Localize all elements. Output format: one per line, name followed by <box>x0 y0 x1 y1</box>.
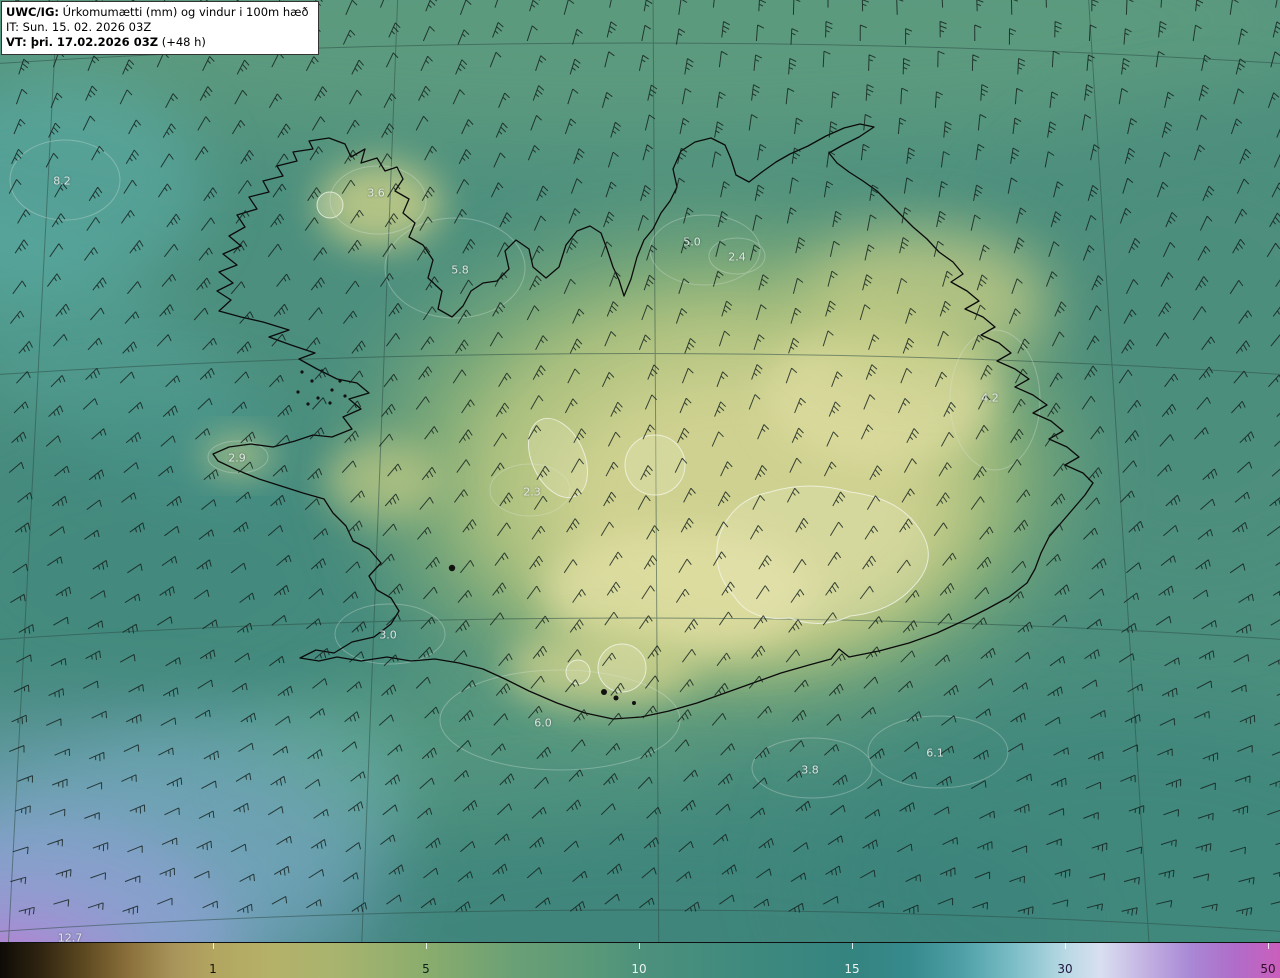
map-header: UWC/IG: Úrkomumætti (mm) og vindur i 100… <box>1 1 319 55</box>
colorbar-tick-label: 1 <box>209 962 217 976</box>
colorbar-tickmark <box>426 943 427 949</box>
colorbar-tickmark <box>213 943 214 949</box>
header-title-line: UWC/IG: Úrkomumætti (mm) og vindur i 100… <box>6 5 309 20</box>
colorbar-tickmark <box>1268 943 1269 949</box>
header-valid-line: VT: þri. 17.02.2026 03Z (+48 h) <box>6 35 309 50</box>
colorbar-ticks: 1 5 10 15 30 50 <box>0 943 1280 978</box>
colorbar-tickmark <box>852 943 853 949</box>
colorbar-tickmark <box>639 943 640 949</box>
colorbar-tick-label: 50 <box>1260 962 1276 976</box>
colorbar-tickmark <box>1065 943 1066 949</box>
lead-time: (+48 h) <box>158 34 206 49</box>
map-canvas <box>0 0 1280 978</box>
model-name: UWC/IG: <box>6 5 59 19</box>
colorbar-tick-label: 15 <box>844 962 860 976</box>
valid-time: VT: þri. 17.02.2026 03Z <box>6 34 159 49</box>
header-init-line: IT: Sun. 15. 02. 2026 03Z <box>6 20 309 35</box>
colorbar-tick-label: 30 <box>1057 962 1073 976</box>
colorbar: 1 5 10 15 30 50 <box>0 942 1280 978</box>
map-title: Úrkomumætti (mm) og vindur i 100m hæð <box>58 5 309 19</box>
colorbar-tick-label: 5 <box>422 962 430 976</box>
weather-map-stage: 8.2 3.6 5.8 5.0 2.4 4.2 2.9 2.3 3.0 6.0 3.8 6.1 12.7… <box>0 0 1280 978</box>
init-time: IT: Sun. 15. 02. 2026 03Z <box>6 19 152 34</box>
colorbar-tick-label: 10 <box>631 962 647 976</box>
